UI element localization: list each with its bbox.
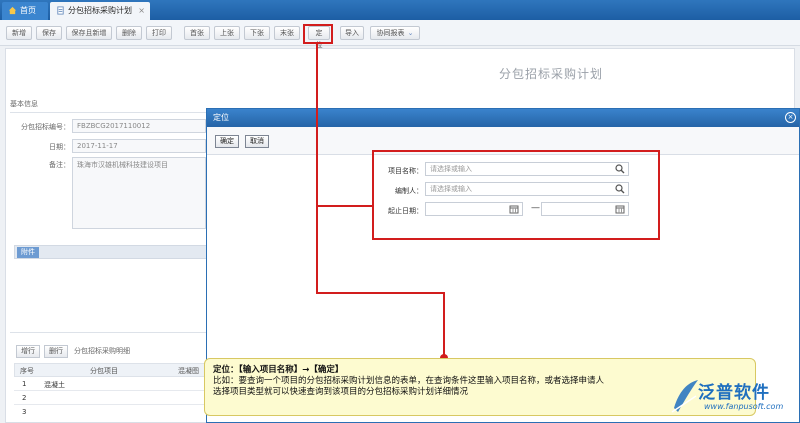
connector-line xyxy=(443,292,445,358)
attachment-bar: 附件 xyxy=(14,245,210,259)
brand-watermark: 泛普软件 www.fanpusoft.com xyxy=(668,376,800,420)
code-field[interactable]: FBZBCG2017110012 xyxy=(72,119,206,133)
chevron-down-icon: ⌄ xyxy=(407,29,414,37)
brand-logo-icon xyxy=(671,380,698,413)
callout-line-2: 比如：要查询一个项目的分包招标采购计划信息的表单，在查询条件这里输入项目名称，或… xyxy=(213,376,605,386)
col-header-no: 序号 xyxy=(20,367,34,375)
document-icon xyxy=(57,6,64,15)
date-field[interactable]: 2017-11-17 xyxy=(72,139,206,153)
close-icon[interactable]: × xyxy=(785,112,796,123)
divider xyxy=(10,112,210,113)
query-highlight-box xyxy=(372,150,660,240)
section-basic-info: 基本信息 xyxy=(10,100,38,108)
connector-line xyxy=(316,205,374,207)
save-button[interactable]: 保存 xyxy=(36,26,62,40)
next-record-button[interactable]: 下张 xyxy=(244,26,270,40)
brand-name: 泛普软件 xyxy=(698,383,770,403)
print-button[interactable]: 打印 xyxy=(146,26,172,40)
col-header-extra: 混凝图 xyxy=(178,367,199,375)
locate-highlight-box xyxy=(303,24,333,44)
tab-close-icon[interactable]: × xyxy=(138,2,145,19)
tab-bar: 首页 分包招标采购计划 × xyxy=(0,0,800,20)
page-title: 分包招标采购计划 xyxy=(498,67,603,81)
callout-line-1: 定位：【输入项目名称】→【确定】 xyxy=(213,365,344,375)
grid-title: 分包招标采购明细 xyxy=(74,347,130,355)
col-header-item: 分包项目 xyxy=(90,367,118,375)
dialog-title: 定位 xyxy=(213,113,229,122)
delete-row-button[interactable]: 删行 xyxy=(44,345,68,358)
delete-button[interactable]: 删除 xyxy=(116,26,142,40)
first-record-button[interactable]: 首张 xyxy=(184,26,210,40)
cancel-button[interactable]: 取消 xyxy=(245,135,269,148)
attachment-button[interactable]: 附件 xyxy=(17,247,39,258)
last-record-button[interactable]: 末张 xyxy=(274,26,300,40)
confirm-button[interactable]: 确定 xyxy=(215,135,239,148)
tab-home-label: 首页 xyxy=(20,6,36,15)
date-label: 日期： xyxy=(49,143,70,151)
table-row[interactable]: 1 混凝土 xyxy=(14,377,214,391)
connector-line xyxy=(316,44,318,294)
tab-procurement-plan[interactable]: 分包招标采购计划 × xyxy=(50,2,150,20)
note-label: 备注： xyxy=(49,161,70,169)
import-button[interactable]: 导入 xyxy=(340,26,364,40)
brand-url: www.fanpusoft.com xyxy=(704,402,784,411)
connector-line xyxy=(316,292,444,294)
callout-line-3: 选择项目类型就可以快速查询到该项目的分包招标采购计划详细情况 xyxy=(213,387,469,397)
note-field[interactable]: 珠海市汉雄机械科技建设项目 xyxy=(72,157,206,229)
home-icon xyxy=(8,6,17,15)
dialog-title-bar: 定位 × xyxy=(207,109,799,127)
main-toolbar: 新增 保存 保存且新增 删除 打印 首张 上张 下张 末张 定位 导入 协同报表… xyxy=(0,20,800,49)
prev-record-button[interactable]: 上张 xyxy=(214,26,240,40)
code-label: 分包招标编号： xyxy=(21,123,70,131)
table-row[interactable]: 3 xyxy=(14,405,214,419)
tab-procurement-plan-label: 分包招标采购计划 xyxy=(68,6,132,15)
tab-home[interactable]: 首页 xyxy=(2,2,48,20)
collab-report-dropdown[interactable]: 协同报表 ⌄ xyxy=(370,26,420,40)
divider xyxy=(10,332,210,333)
add-button[interactable]: 新增 xyxy=(6,26,32,40)
add-row-button[interactable]: 增行 xyxy=(16,345,40,358)
collab-report-label: 协同报表 xyxy=(376,29,405,37)
save-and-new-button[interactable]: 保存且新增 xyxy=(66,26,112,40)
table-row[interactable]: 2 xyxy=(14,391,214,405)
